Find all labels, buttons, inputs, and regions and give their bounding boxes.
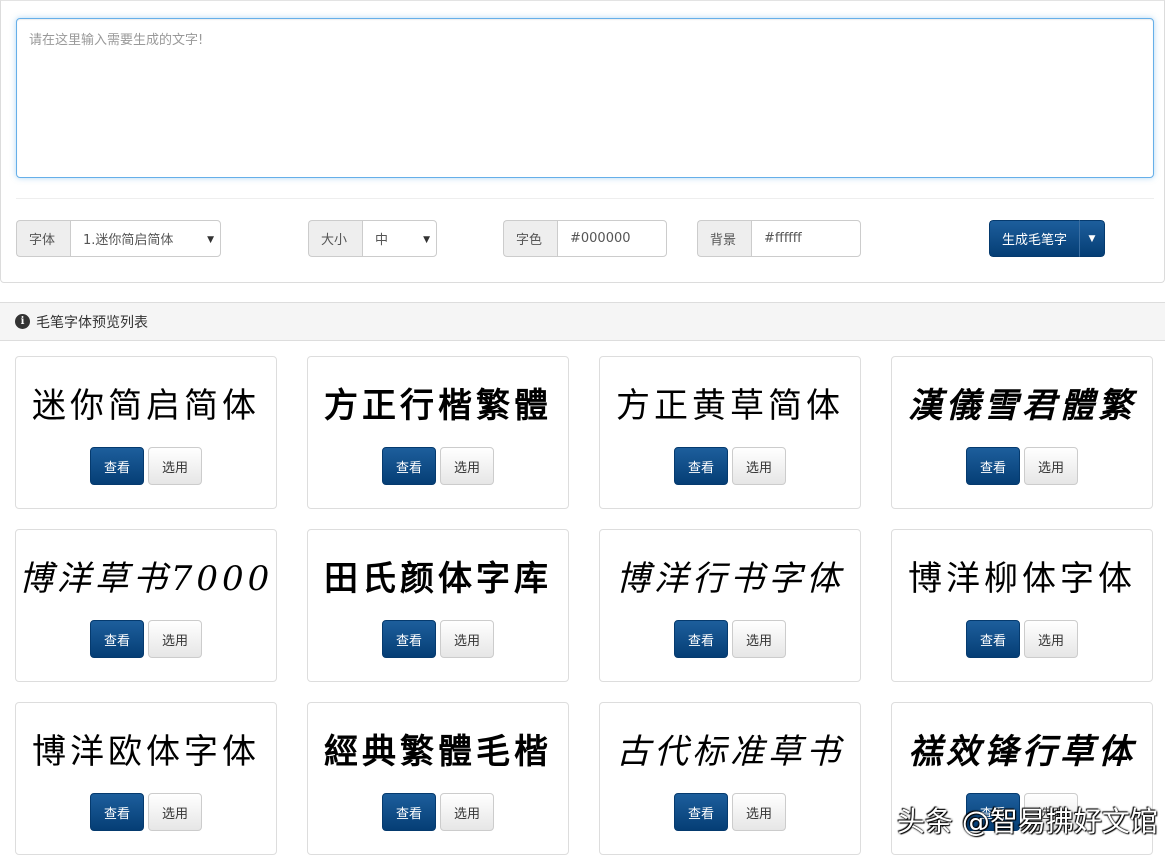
font-select[interactable]: 1.迷你简启简体 ▼ <box>70 220 221 257</box>
caret-down-icon: ▼ <box>207 235 214 245</box>
font-select-value: 1.迷你简启简体 <box>83 233 174 248</box>
watermark: 头条 @智易拂好文馆 <box>897 805 1158 838</box>
font-preview: 博洋欧体字体 <box>32 732 260 772</box>
select-button[interactable]: 选用 <box>1024 620 1078 658</box>
select-button[interactable]: 选用 <box>1024 447 1078 485</box>
size-label: 大小 <box>308 220 362 257</box>
generate-button-group: 生成毛笔字 ▼ <box>989 220 1106 257</box>
view-button[interactable]: 查看 <box>674 793 728 831</box>
background-label: 背景 <box>697 220 751 257</box>
view-button[interactable]: 查看 <box>382 793 436 831</box>
font-card: 古代标准草书 查看 选用 <box>599 702 861 855</box>
font-preview: 方正黄草简体 <box>616 386 844 426</box>
view-button[interactable]: 查看 <box>382 620 436 658</box>
color-input[interactable]: #000000 <box>557 220 667 257</box>
select-button[interactable]: 选用 <box>732 447 786 485</box>
font-label: 字体 <box>16 220 70 257</box>
font-preview: 禚效锋行草体 <box>908 732 1136 772</box>
font-preview: 漢儀雪君體繁 <box>908 386 1136 426</box>
divider <box>16 198 1154 199</box>
view-button[interactable]: 查看 <box>90 793 144 831</box>
font-select-group: 字体 1.迷你简启简体 ▼ <box>16 220 221 257</box>
select-button[interactable]: 选用 <box>148 793 202 831</box>
font-card: 經典繁體毛楷 查看 选用 <box>307 702 569 855</box>
size-select-group: 大小 中 ▼ <box>308 220 437 257</box>
text-input[interactable] <box>16 18 1154 178</box>
font-preview: 方正行楷繁體 <box>324 386 552 426</box>
font-preview: 經典繁體毛楷 <box>324 732 552 772</box>
caret-down-icon: ▼ <box>1088 233 1096 244</box>
font-card: 博洋欧体字体 查看 选用 <box>15 702 277 855</box>
background-input-value: #ffffff <box>764 231 802 246</box>
font-card: 博洋柳体字体 查看 选用 <box>891 529 1153 682</box>
font-card: 博洋行书字体 查看 选用 <box>599 529 861 682</box>
view-button[interactable]: 查看 <box>674 447 728 485</box>
color-label: 字色 <box>503 220 557 257</box>
caret-down-icon: ▼ <box>423 235 430 245</box>
font-list-title: 毛笔字体预览列表 <box>36 314 148 331</box>
font-card: 迷你简启简体 查看 选用 <box>15 356 277 509</box>
font-list-header: i 毛笔字体预览列表 <box>0 302 1165 341</box>
view-button[interactable]: 查看 <box>966 447 1020 485</box>
font-preview: 迷你简启简体 <box>32 386 260 426</box>
view-button[interactable]: 查看 <box>674 620 728 658</box>
select-button[interactable]: 选用 <box>148 447 202 485</box>
font-card: 田氏颜体字库 查看 选用 <box>307 529 569 682</box>
size-select[interactable]: 中 ▼ <box>362 220 437 257</box>
select-button[interactable]: 选用 <box>148 620 202 658</box>
view-button[interactable]: 查看 <box>382 447 436 485</box>
generate-dropdown-toggle[interactable]: ▼ <box>1079 220 1106 257</box>
view-button[interactable]: 查看 <box>90 620 144 658</box>
generate-button[interactable]: 生成毛笔字 <box>989 220 1080 257</box>
font-preview: 田氏颜体字库 <box>324 559 552 599</box>
select-button[interactable]: 选用 <box>732 793 786 831</box>
select-button[interactable]: 选用 <box>440 620 494 658</box>
select-button[interactable]: 选用 <box>440 793 494 831</box>
select-button[interactable]: 选用 <box>440 447 494 485</box>
color-group: 字色 #000000 <box>503 220 667 257</box>
info-icon: i <box>15 314 30 329</box>
view-button[interactable]: 查看 <box>966 620 1020 658</box>
color-input-value: #000000 <box>570 231 631 246</box>
view-button[interactable]: 查看 <box>90 447 144 485</box>
select-button[interactable]: 选用 <box>732 620 786 658</box>
font-card: 方正黄草简体 查看 选用 <box>599 356 861 509</box>
font-preview: 博洋草书7000 <box>18 559 274 599</box>
font-preview: 博洋柳体字体 <box>908 559 1136 599</box>
font-card: 博洋草书7000 查看 选用 <box>15 529 277 682</box>
font-preview: 博洋行书字体 <box>616 559 844 599</box>
background-input[interactable]: #ffffff <box>751 220 861 257</box>
generator-panel: 字体 1.迷你简启简体 ▼ 大小 中 ▼ 字色 #000000 背景 #ffff… <box>0 0 1165 283</box>
background-group: 背景 #ffffff <box>697 220 861 257</box>
size-select-value: 中 <box>375 233 389 248</box>
font-preview: 古代标准草书 <box>616 732 844 772</box>
font-card: 漢儀雪君體繁 查看 选用 <box>891 356 1153 509</box>
font-card: 方正行楷繁體 查看 选用 <box>307 356 569 509</box>
